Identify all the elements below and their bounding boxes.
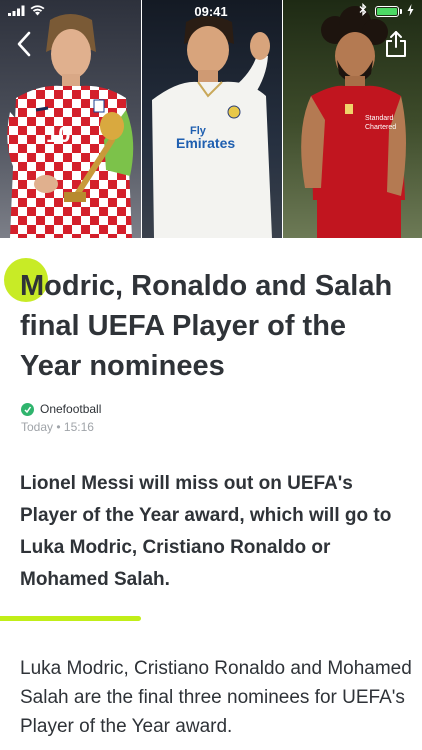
share-icon [386,31,406,57]
source-name: Onefootball [40,402,102,416]
status-bar: 09:41 [0,0,422,22]
share-button[interactable] [382,28,410,60]
jersey-number: 10 [46,122,70,147]
svg-text:Chartered: Chartered [365,124,396,131]
chevron-left-icon [17,31,31,57]
article-headline: Modric, Ronaldo and Salah final UEFA Pla… [20,270,393,382]
charging-bolt-icon [407,3,414,19]
back-button[interactable] [10,28,38,60]
onefootball-logo-icon [21,402,34,416]
player-photo-ronaldo: Fly Emirates [142,0,282,238]
article-source[interactable]: Onefootball [21,402,101,416]
article-lead: Lionel Messi will miss out on UEFA's Pla… [20,473,392,590]
svg-text:Emirates: Emirates [176,135,235,151]
battery-icon [375,5,402,17]
article-body: Luka Modric, Cristiano Ronaldo and Moham… [20,658,412,737]
article-timestamp: Today • 15:16 [21,420,94,434]
accent-divider [0,616,141,621]
svg-text:Standard: Standard [365,115,394,122]
bluetooth-icon [359,2,367,19]
status-right [359,2,414,19]
hero-image: 10 Fly Emirates Standard Chartered 09:41 [0,0,422,238]
